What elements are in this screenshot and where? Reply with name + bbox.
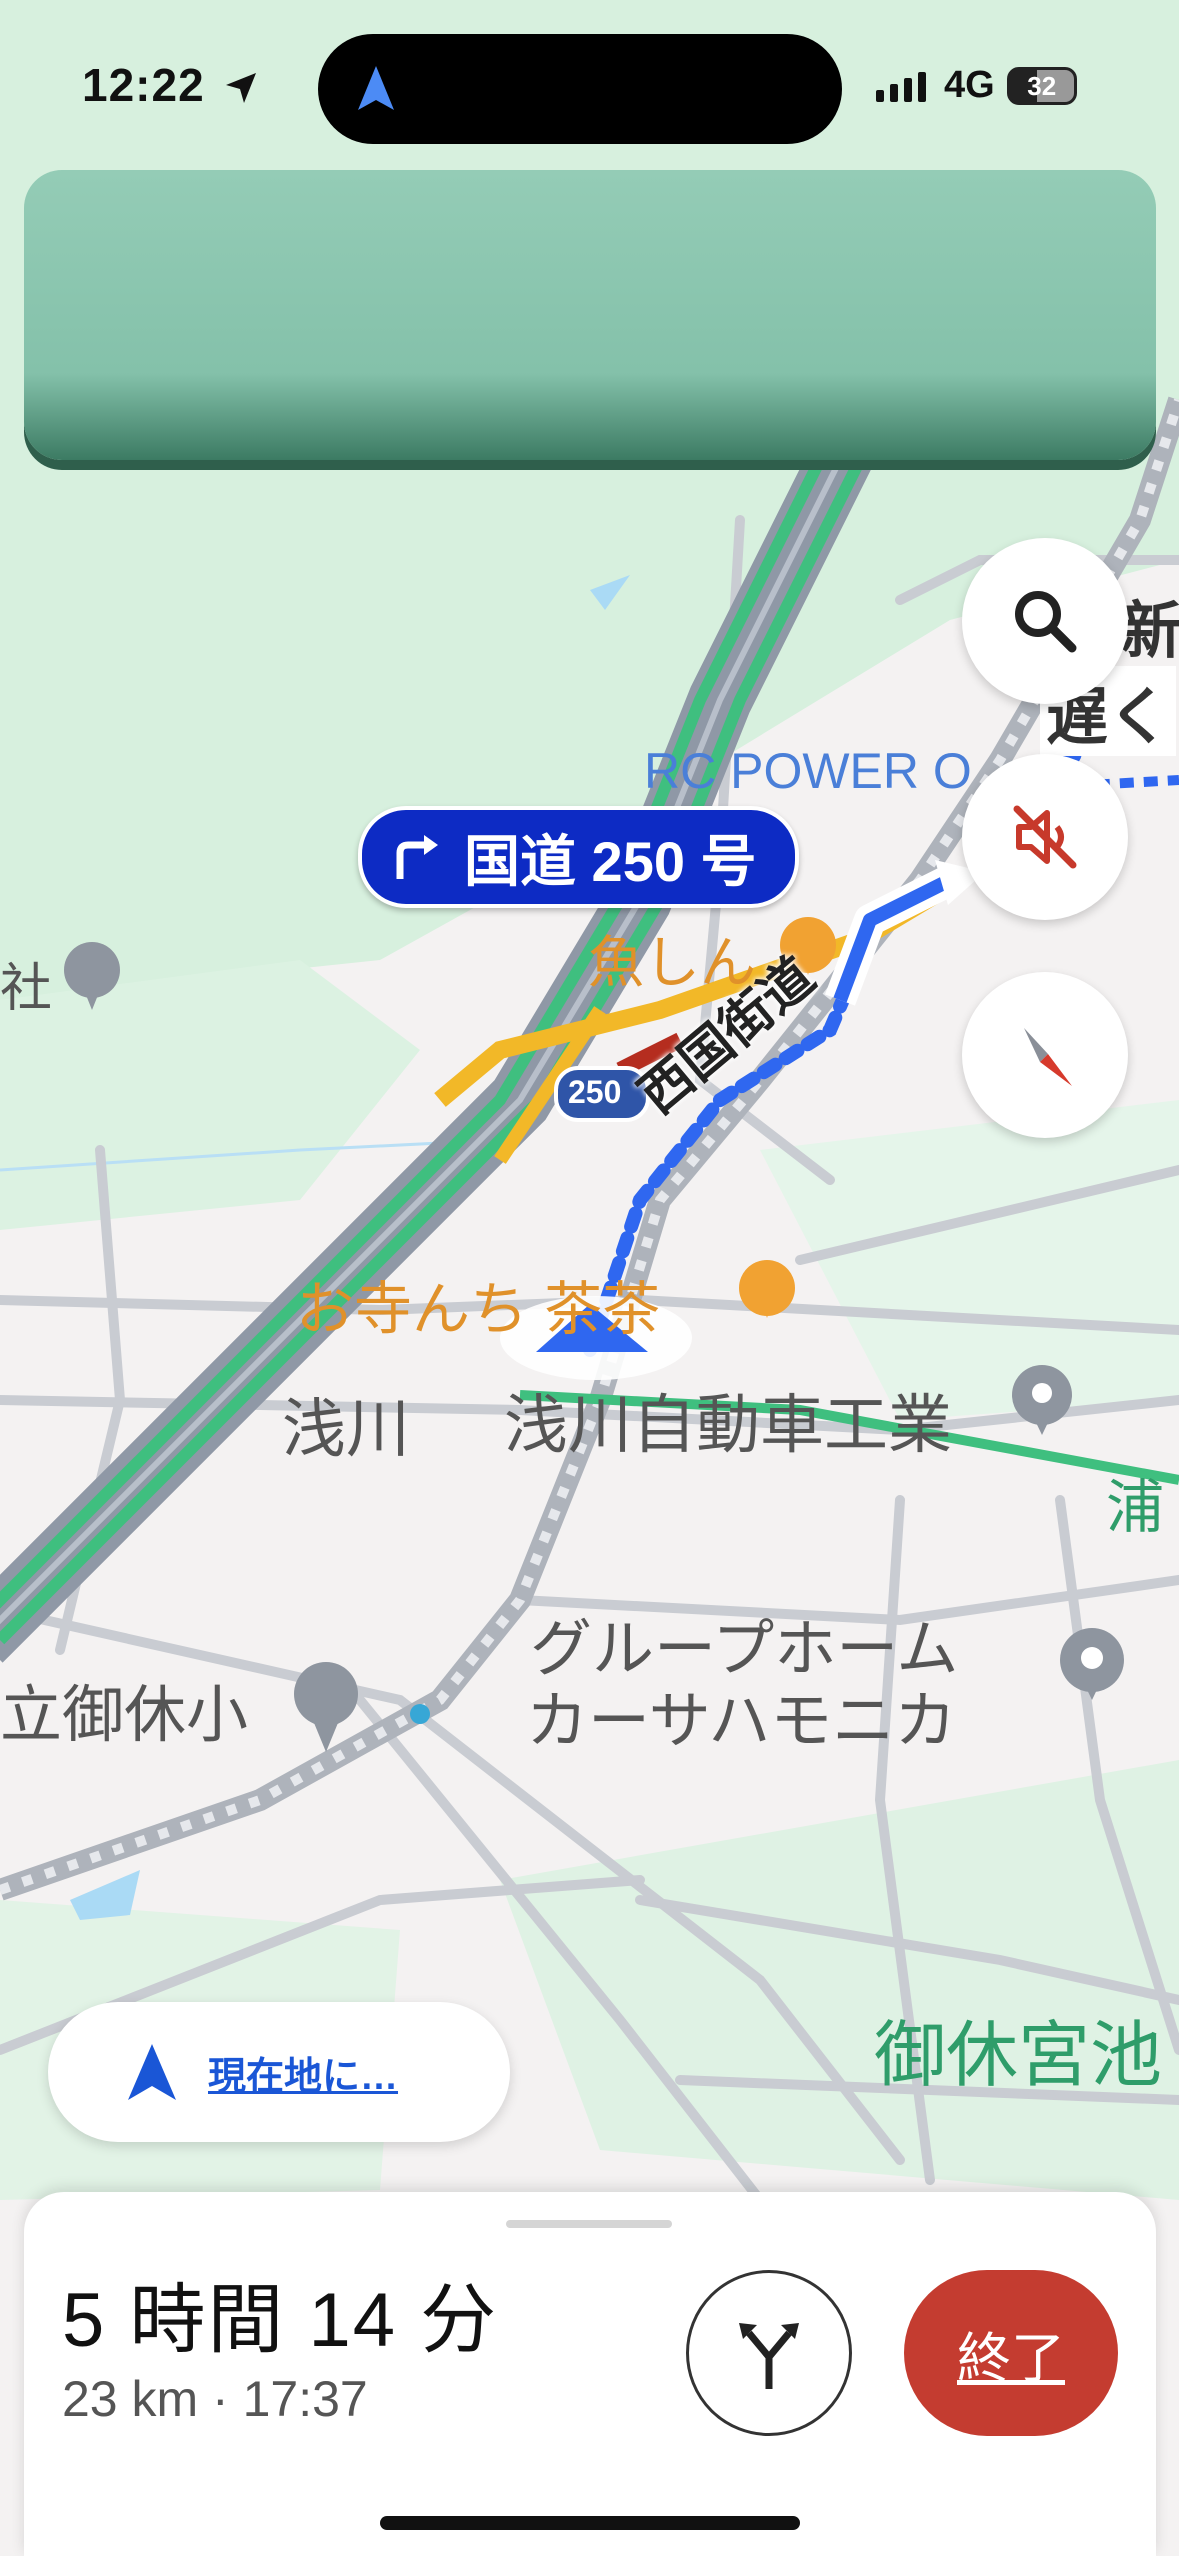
alternate-routes-button[interactable] [686,2270,852,2436]
poi-label-asakawa-motors[interactable]: 浅川自動車工業 [504,1374,952,1466]
network-type: 4G [944,64,995,106]
compass-button[interactable] [962,972,1128,1138]
compass-icon [1024,1028,1072,1086]
route-shield-number: 250 [568,1074,622,1110]
area-label-asakawa: 浅川 [282,1393,410,1465]
next-turn-chip[interactable]: 国道 250 号 [358,806,799,908]
turn-chip-road: 国道 250 号 [464,829,757,893]
trip-summary-sheet[interactable]: 5 時間 14 分 23 km · 17:37 終了 [24,2192,1156,2556]
poi-label-lake[interactable]: 御休宮池 [874,1996,1162,2101]
eta-duration: 5 時間 14 分 [62,2278,499,2363]
location-services-icon [226,73,257,103]
fork-routes-icon [739,2323,799,2389]
status-bar: 12:22 4G 32 [0,0,1179,170]
volume-muted-icon [1013,805,1077,869]
poi-label-group-home-2[interactable]: カーサハモニカ [526,1670,956,1760]
recenter-button[interactable]: 現在地に… [48,2002,510,2142]
poi-label-shrine[interactable]: 社 [0,946,52,1021]
dynamic-island [318,34,842,144]
map-edge-label-top: 新 [1120,597,1179,666]
maps-navigation-icon [358,66,394,110]
battery-icon: 32 [1006,66,1077,105]
poi-label-otera[interactable]: お寺んち 茶茶 [296,1262,660,1346]
end-navigation-button[interactable]: 終了 [904,2270,1118,2436]
status-indicators: 4G 32 [876,64,1077,107]
sheet-drag-handle[interactable] [506,2220,672,2228]
search-icon [1015,591,1077,653]
home-indicator[interactable] [380,2516,800,2530]
status-time: 12:22 [82,58,258,112]
turn-right-icon [396,835,438,879]
poi-label-school[interactable]: 立御休小 [0,1664,248,1754]
navigation-arrow-icon [128,2044,176,2100]
recenter-label: 現在地に… [208,2055,399,2098]
poi-label-rc-power[interactable]: RC POWER O [644,742,972,800]
signal-icon [876,71,926,102]
navigation-instruction-banner[interactable] [24,170,1156,460]
mute-button[interactable] [962,754,1128,920]
search-button[interactable] [962,538,1128,704]
eta-details: 23 km · 17:37 [62,2371,368,2427]
poi-label-ura[interactable]: 浦 [1106,1460,1164,1544]
